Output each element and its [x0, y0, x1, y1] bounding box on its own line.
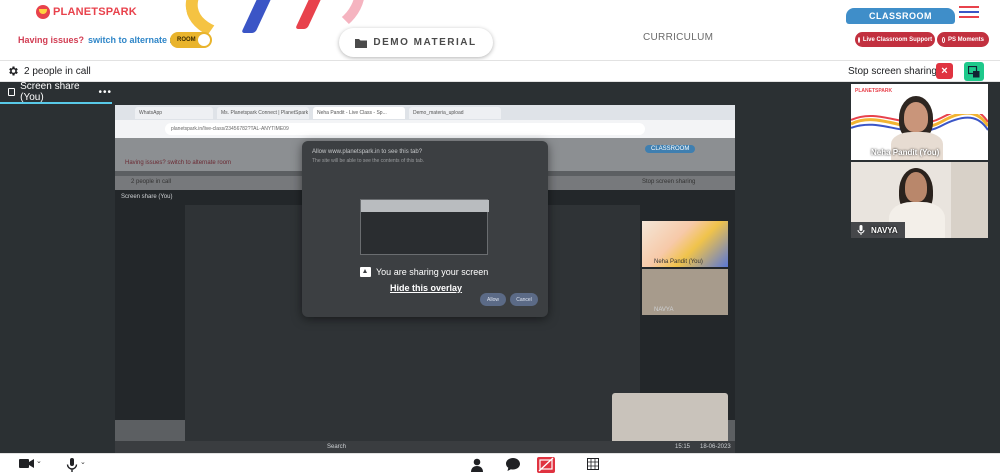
menu-icon[interactable]: [959, 6, 979, 18]
gear-icon[interactable]: [7, 65, 19, 77]
support-icon: [857, 36, 860, 43]
student-face: [905, 172, 927, 202]
live-support-label: Live Classroom Support: [862, 36, 933, 43]
bottom-toolbar: ⌄ ⌄: [0, 453, 1000, 475]
issues-question: Having issues?: [18, 35, 85, 45]
microphone-icon: [66, 458, 78, 472]
person-icon: [471, 458, 483, 472]
folder-icon: [355, 38, 368, 48]
call-stage: Screen share (You) ••• WhatsApp Ms. Plan…: [0, 81, 1000, 453]
planetspark-logo-icon: [36, 5, 50, 19]
teacher-face: [904, 102, 928, 132]
people-in-call-count: 2 people in call: [24, 66, 91, 77]
stop-screen-sharing-label: Stop screen sharing: [848, 66, 937, 77]
more-options-icon[interactable]: •••: [98, 87, 112, 98]
chat-button[interactable]: [506, 458, 520, 471]
top-header: PLANETSPARK Having issues? switch to alt…: [0, 0, 1000, 60]
sharing-text: You are sharing your screen: [376, 267, 489, 277]
allow-button[interactable]: Allow: [480, 293, 506, 306]
demo-material-button[interactable]: DEMO MATERIAL: [339, 28, 493, 57]
more-apps-button[interactable]: [587, 458, 599, 470]
dialog-title: Allow www.planetspark.in to see this tab…: [312, 149, 423, 155]
windows-taskbar: Search 15:15 18-06-2023: [115, 441, 735, 453]
inner-tile-student: NAVYA: [642, 269, 728, 315]
cancel-button[interactable]: Cancel: [510, 293, 538, 306]
screen-share-icon: [8, 88, 16, 96]
moments-icon: [942, 36, 945, 43]
participants-button[interactable]: [470, 458, 484, 472]
dialog-subtitle: The site will be able to see the content…: [312, 158, 425, 164]
grid-icon: [587, 458, 599, 470]
microphone-icon[interactable]: [857, 147, 865, 157]
planetspark-logo: PLANETSPARK: [36, 4, 137, 20]
sharing-indicator: You are sharing your screen: [360, 267, 488, 277]
tab-preview-thumbnail: [360, 199, 489, 255]
picture-in-picture-button[interactable]: [964, 62, 984, 81]
screen-share-label: Screen share (You): [20, 81, 80, 103]
microphone-options-chevron-icon[interactable]: ⌄: [80, 458, 86, 466]
chat-icon: [506, 458, 520, 471]
tile-logo: PLANETSPARK: [855, 88, 893, 94]
background-wall: [951, 162, 988, 238]
browser-tab-strip: WhatsApp Ms. Planetspark Connect | Plane…: [115, 105, 735, 120]
tile-caption: NAVYA: [851, 222, 905, 238]
room-toggle-label: ROOM: [177, 37, 196, 43]
screen-share-off-icon: [537, 457, 555, 473]
browser-tab: Neha Pandit - Live Class - Sp...: [313, 107, 405, 119]
screen-share-tab[interactable]: Screen share (You) •••: [0, 81, 112, 104]
browser-tab: Ms. Planetspark Connect | PlanetSpark: [217, 107, 309, 119]
toggle-knob: [198, 34, 210, 46]
inner-tile-teacher: Neha Pandit (You): [642, 221, 728, 267]
shared-screen-view: WhatsApp Ms. Planetspark Connect | Plane…: [115, 105, 735, 453]
share-permission-dialog: Allow www.planetspark.in to see this tab…: [302, 141, 548, 317]
inner-share-tab: Screen share (You): [121, 194, 173, 200]
browser-tab: Demo_materia_upload: [409, 107, 501, 119]
camera-icon: [19, 459, 34, 468]
inner-people-count: 2 people in call: [131, 179, 172, 185]
issues-banner: Having issues? switch to alternate room: [18, 35, 192, 45]
curriculum-tab[interactable]: CURRICULUM: [643, 32, 713, 43]
participant-tile-student[interactable]: NAVYA: [851, 162, 988, 238]
taskbar-search: Search: [327, 444, 347, 450]
stop-share-button[interactable]: [537, 457, 555, 473]
classroom-app: PLANETSPARK Having issues? switch to alt…: [0, 0, 1000, 475]
demo-material-label: DEMO MATERIAL: [373, 37, 477, 48]
pip-icon: [968, 65, 980, 77]
browser-address-bar: planetspark.in/live-class/23456782?TAL-A…: [115, 120, 735, 138]
browser-tab: WhatsApp: [135, 107, 213, 119]
classroom-label: CLASSROOM: [869, 11, 932, 21]
microphone-icon[interactable]: [857, 225, 865, 235]
inner-stop-label: Stop screen sharing: [642, 179, 696, 185]
room-toggle[interactable]: ROOM: [170, 32, 212, 48]
inner-tile-name: NAVYA: [654, 307, 674, 313]
participant-tile-teacher[interactable]: PLANETSPARK Neha Pandit (You): [851, 84, 988, 160]
hide-overlay-link[interactable]: Hide this overlay: [390, 283, 462, 293]
browser-url: planetspark.in/live-class/23456782?TAL-A…: [165, 123, 645, 135]
live-classroom-support-button[interactable]: Live Classroom Support: [855, 32, 935, 47]
camera-control[interactable]: ⌄: [19, 458, 42, 469]
call-bar: 2 people in call Stop screen sharing ×: [0, 60, 1000, 82]
inner-tile-name: Neha Pandit (You): [654, 259, 703, 265]
stop-screen-sharing-button[interactable]: ×: [936, 63, 953, 79]
upload-screen-icon: [360, 267, 371, 277]
taskbar-time: 15:15: [675, 444, 691, 450]
tile-caption: Neha Pandit (You): [851, 144, 988, 160]
logo-text: PLANETSPARK: [53, 6, 137, 18]
participant-name: NAVYA: [871, 225, 898, 235]
microphone-control[interactable]: ⌄: [66, 458, 86, 472]
participant-name: Neha Pandit (You): [871, 147, 940, 157]
ps-moments-label: PS Moments: [947, 36, 984, 43]
inner-issues-text: Having issues? switch to alternate room: [125, 160, 232, 166]
ps-moments-button[interactable]: PS Moments: [937, 32, 989, 47]
close-icon: ×: [941, 65, 948, 77]
taskbar-date: 18-06-2023: [700, 444, 731, 450]
inner-classroom-label: CLASSROOM: [645, 145, 696, 153]
camera-options-chevron-icon[interactable]: ⌄: [36, 457, 42, 465]
classroom-tab[interactable]: CLASSROOM: [846, 8, 955, 24]
